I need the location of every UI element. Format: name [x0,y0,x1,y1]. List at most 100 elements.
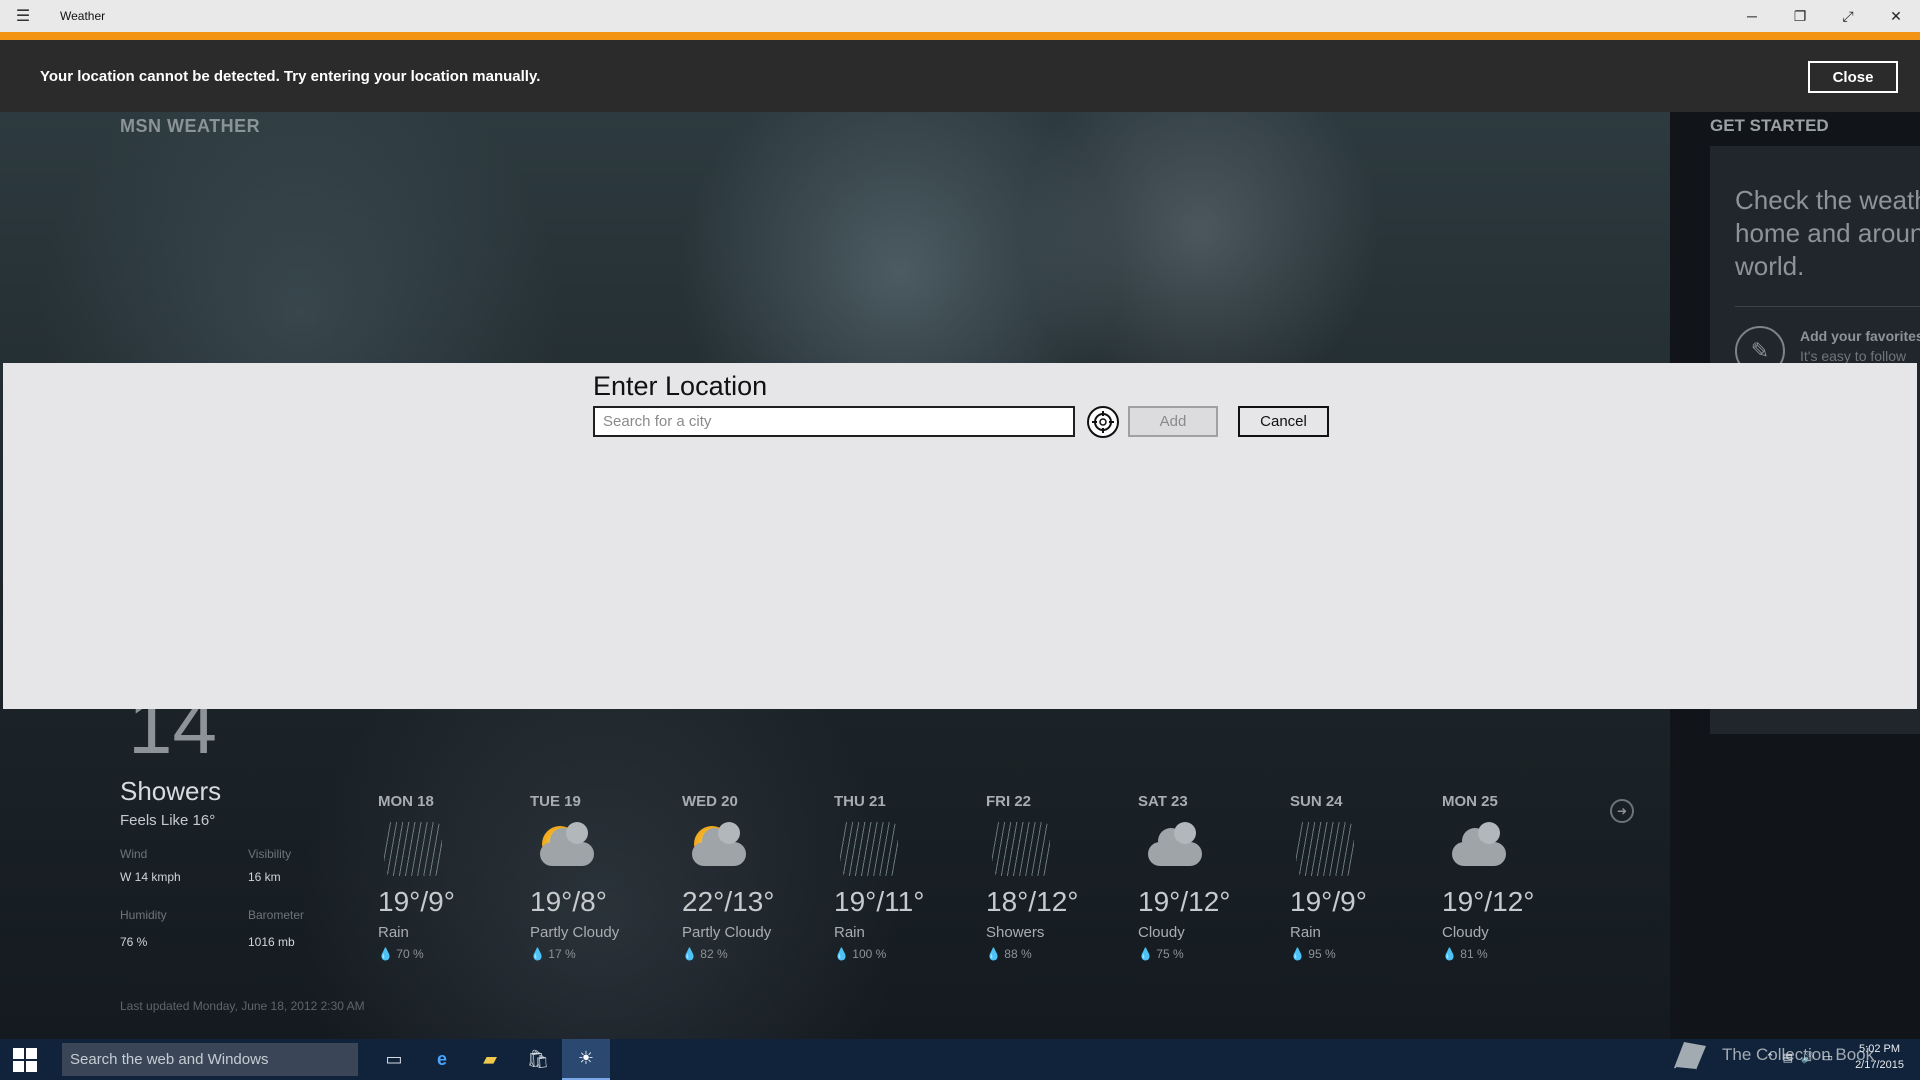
forecast-precip-value: 17 % [548,947,576,961]
windows-taskbar: Search the web and Windows ▭ e ▰ 🛍 ☀ [0,1039,1920,1080]
raindrop-icon: 💧 [986,947,1001,961]
forecast-temps: 19°/9° [1290,886,1367,917]
visibility-label: Visibility [248,847,292,861]
wind-label: Wind [120,847,148,861]
clock-time: 5:02 PM [1859,1043,1901,1055]
taskbar-clock[interactable]: 5:02 PM 2/17/2015 [1855,1041,1904,1073]
add-favorites-title[interactable]: Add your favorites [1800,328,1920,344]
forecast-day-name: SAT 23 [1138,793,1188,810]
forecast-day-name: MON 18 [378,793,434,810]
close-window-button[interactable]: ✕ [1872,0,1920,32]
forecast-precip-value: 88 % [1004,947,1032,961]
forecast-precip-value: 70 % [396,947,424,961]
forecast-day-name: WED 20 [682,793,738,810]
accent-line [0,32,1920,40]
forecast-day[interactable]: TUE 19 19°/8° Partly Cloudy 💧 17 % [530,793,680,961]
forecast-day[interactable]: FRI 22 18°/12° Showers 💧 88 % [986,793,1136,961]
notification-message: Your location cannot be detected. Try en… [40,67,541,85]
forecast-precip-value: 100 % [852,947,887,961]
forecast-precip-value: 75 % [1156,947,1184,961]
forecast-day[interactable]: SUN 24 19°/9° Rain 💧 95 % [1290,793,1440,961]
hamburger-icon[interactable]: ☰ [0,0,46,32]
humidity-label: Humidity [120,908,167,922]
forecast-precip-value: 82 % [700,947,728,961]
cloudy-icon [1442,820,1512,882]
add-favorites-subtitle: It's easy to follow [1800,348,1907,364]
city-search-input[interactable] [593,406,1075,437]
forecast-day-name: SUN 24 [1290,793,1343,810]
barometer-label: Barometer [248,908,305,922]
current-condition: Showers [120,776,222,806]
forecast-condition: Rain [834,924,865,941]
raindrop-icon: 💧 [1290,947,1305,961]
window-controls: ─ ❐ ⤢ ✕ [1728,0,1920,32]
get-started-blurb: Check the weather at home and around the… [1735,185,1920,281]
internet-explorer-icon[interactable]: e [418,1039,466,1080]
wind-value: W 14 kmph [120,870,181,884]
raindrop-icon: 💧 [530,947,545,961]
window-title: Weather [60,9,106,23]
locate-crosshair-icon[interactable] [1087,406,1119,438]
restore-button[interactable]: ❐ [1776,0,1824,32]
tray-icons[interactable]: ⌃▤🔊▭ [1765,1051,1841,1064]
forecast-temps: 18°/12° [986,886,1079,917]
forecast-temps: 19°/11° [834,886,925,917]
last-updated: Last updated Monday, June 18, 2012 2:30 … [120,999,365,1013]
get-started-heading: GET STARTED [1710,116,1829,135]
forecast-precip: 💧 100 % [834,947,984,961]
forecast-day-name: THU 21 [834,793,886,810]
fullscreen-button[interactable]: ⤢ [1824,0,1872,32]
forecast-condition: Showers [986,924,1045,941]
clock-date: 2/17/2015 [1855,1059,1904,1071]
add-location-button[interactable]: Add [1128,406,1218,437]
forecast-day-name: FRI 22 [986,793,1032,810]
forecast-day[interactable]: SAT 23 19°/12° Cloudy 💧 75 % [1138,793,1288,961]
task-view-icon[interactable]: ▭ [370,1039,418,1080]
forecast-condition: Partly Cloudy [682,924,772,941]
forecast-condition: Partly Cloudy [530,924,620,941]
forecast-temps: 19°/8° [530,886,607,917]
taskbar-search-box[interactable]: Search the web and Windows [62,1043,358,1076]
store-icon[interactable]: 🛍 [514,1039,562,1080]
windows-start-icon[interactable] [0,1039,50,1080]
weather-icon[interactable]: ☀ [562,1039,610,1080]
forecast-condition: Cloudy [1138,924,1185,941]
partly-cloudy-icon [682,820,752,882]
cancel-button[interactable]: Cancel [1238,406,1329,437]
raindrop-icon: 💧 [682,947,697,961]
forecast-day[interactable]: THU 21 19°/11° Rain 💧 100 % [834,793,984,961]
raindrop-icon: 💧 [834,947,849,961]
raindrop-icon: 💧 [1442,947,1457,961]
file-explorer-icon[interactable]: ▰ [466,1039,514,1080]
minimize-button[interactable]: ─ [1728,0,1776,32]
forecast-day[interactable]: MON 18 19°/9° Rain 💧 70 % [378,793,528,961]
humidity-value: 76 % [120,935,148,949]
forecast-precip: 💧 82 % [682,947,832,961]
enter-location-dialog: Enter Location Add Cancel [3,363,1917,709]
forecast-day-name: MON 25 [1442,793,1498,810]
feels-like: Feels Like 16° [120,812,216,829]
forecast-precip: 💧 70 % [378,947,528,961]
rain-icon [1290,820,1360,882]
notification-close-button[interactable]: Close [1808,61,1898,93]
forecast-day-name: TUE 19 [530,793,581,810]
forecast-precip: 💧 81 % [1442,947,1592,961]
system-tray: ⌃▤🔊▭ 5:02 PM 2/17/2015 [1765,1041,1904,1073]
forecast-temps: 19°/9° [378,886,455,917]
forecast-precip: 💧 75 % [1138,947,1288,961]
forecast-precip: 💧 95 % [1290,947,1440,961]
brand-title: MSN WEATHER [120,116,261,136]
forecast-next-arrow-icon[interactable]: ➜ [1610,799,1634,823]
card-divider [1735,306,1920,307]
partly-cloudy-icon [530,820,600,882]
cloudy-icon [1138,820,1208,882]
rain-icon [834,820,904,882]
forecast-day[interactable]: MON 25 19°/12° Cloudy 💧 81 % [1442,793,1592,961]
location-notification-bar: Your location cannot be detected. Try en… [0,40,1920,112]
dialog-title: Enter Location [593,371,768,401]
forecast-day[interactable]: WED 20 22°/13° Partly Cloudy 💧 82 % [682,793,832,961]
raindrop-icon: 💧 [1138,947,1153,961]
visibility-value: 16 km [248,870,281,884]
forecast-precip-value: 81 % [1460,947,1488,961]
forecast-condition: Rain [378,924,409,941]
